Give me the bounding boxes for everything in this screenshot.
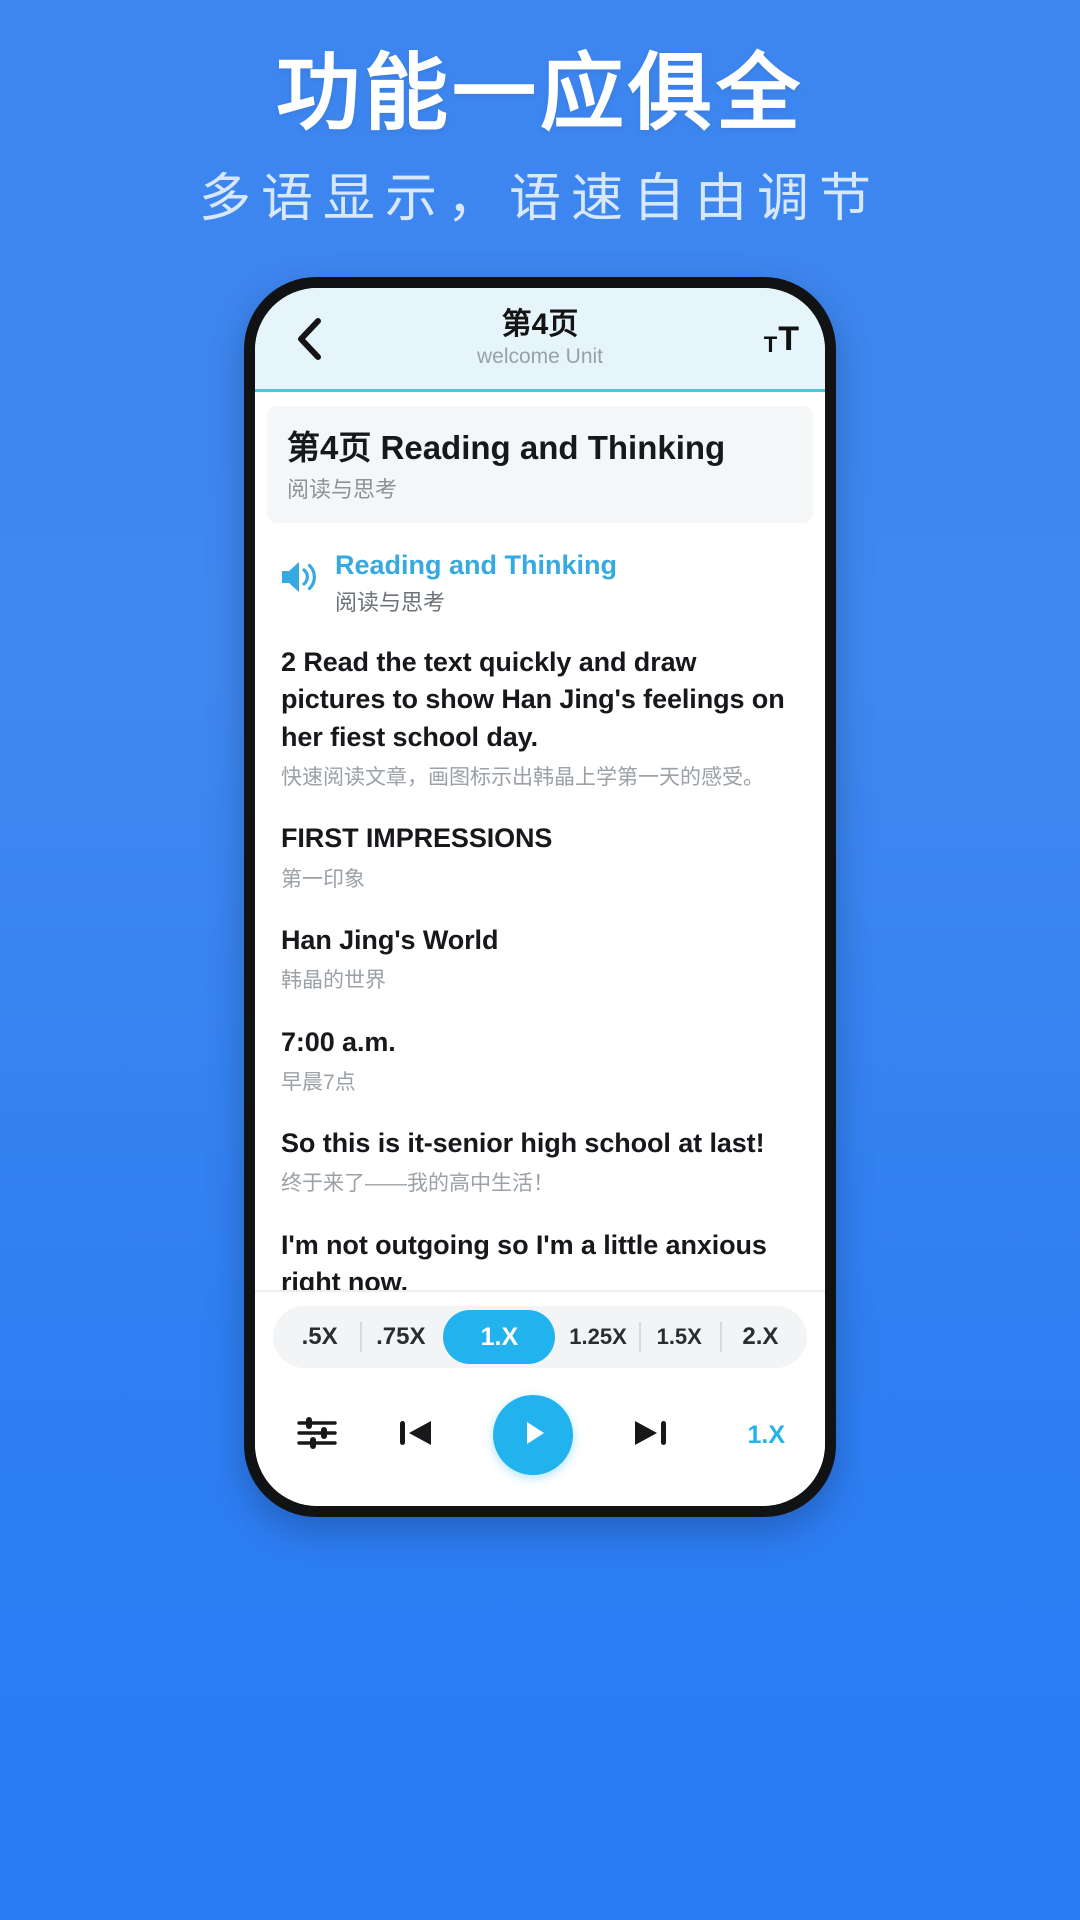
back-button[interactable] [281, 311, 337, 367]
navbar-titles: 第4页 welcome Unit [255, 308, 825, 369]
promo-subtitle: 多语显示，语速自由调节 [198, 170, 881, 229]
paragraph-chinese: 快速阅读文章，画图标示出韩晶上学第一天的感受。 [281, 765, 764, 789]
audio-title-chinese: 阅读与思考 [335, 589, 446, 615]
audio-section-row[interactable]: Reading and Thinking 阅读与思考 [255, 523, 825, 616]
audio-title-english: Reading and Thinking [335, 549, 617, 580]
next-button[interactable] [629, 1413, 671, 1458]
lesson-title-chinese: 阅读与思考 [287, 476, 398, 502]
lesson-content[interactable]: 第4页 Reading and Thinking 阅读与思考 Reading a… [255, 392, 825, 1290]
promo-title: 功能一应俱全 [275, 46, 804, 140]
paragraph-chinese: 终于来了——我的高中生活！ [281, 1172, 554, 1196]
app-navbar: 第4页 welcome Unit T T [255, 288, 825, 392]
phone-mockup: 第4页 welcome Unit T T 第4页 Reading and Thi… [244, 277, 836, 1517]
paragraph-english: I'm not outgoing so I'm a little anxious… [281, 1229, 767, 1290]
speed-option-1.25x[interactable]: 1.25X [557, 1306, 638, 1368]
paragraph-chinese: 韩晶的世界 [281, 969, 386, 993]
paragraph-block[interactable]: 7:00 a.m. 早晨7点 [255, 996, 825, 1098]
playback-speed-section: .5X .75X 1.X 1.25X 1.5X 2.X [255, 1290, 825, 1374]
promo-heading-block: 功能一应俱全 多语显示，语速自由调节 [0, 46, 1080, 230]
speed-option-0.75x[interactable]: .75X [360, 1306, 441, 1368]
paragraph-block[interactable]: I'm not outgoing so I'm a little anxious… [255, 1199, 825, 1290]
speed-option-1.5x[interactable]: 1.5X [638, 1306, 720, 1368]
paragraph-chinese: 早晨7点 [281, 1070, 356, 1094]
speed-option-0.5x[interactable]: .5X [279, 1306, 360, 1368]
speed-option-2x[interactable]: 2.X [719, 1306, 801, 1368]
chevron-left-icon [294, 316, 324, 362]
font-size-button[interactable]: T T [764, 322, 799, 356]
skip-previous-icon [395, 1413, 437, 1458]
paragraph-english: So this is it-senior high school at last… [281, 1128, 765, 1159]
paragraph-block[interactable]: So this is it-senior high school at last… [255, 1097, 825, 1199]
play-button[interactable] [493, 1395, 573, 1475]
phone-screen: 第4页 welcome Unit T T 第4页 Reading and Thi… [255, 288, 825, 1506]
speaker-icon[interactable] [279, 549, 319, 600]
lesson-title-english: 第4页 Reading and Thinking [287, 429, 726, 466]
page-title: 第4页 [501, 308, 579, 342]
previous-button[interactable] [395, 1413, 437, 1458]
paragraph-english: Han Jing's World [281, 924, 499, 955]
font-size-small-letter: T [763, 331, 778, 357]
skip-next-icon [629, 1413, 671, 1458]
page-subtitle: welcome Unit [476, 344, 604, 368]
audio-section-texts: Reading and Thinking 阅读与思考 [335, 549, 617, 616]
current-rate-label[interactable]: 1.X [727, 1421, 785, 1450]
playback-speed-bar[interactable]: .5X .75X 1.X 1.25X 1.5X 2.X [273, 1306, 807, 1368]
font-size-large-letter: T [778, 319, 799, 358]
player-controls-bar: 1.X [255, 1374, 825, 1506]
paragraph-english: 7:00 a.m. [281, 1026, 396, 1057]
settings-button[interactable] [295, 1413, 339, 1458]
paragraph-english: 2 Read the text quickly and draw picture… [281, 647, 785, 752]
paragraph-english: FIRST IMPRESSIONS [281, 823, 553, 854]
equalizer-icon [295, 1413, 339, 1458]
play-icon [516, 1416, 550, 1455]
lesson-title-card: 第4页 Reading and Thinking 阅读与思考 [267, 406, 813, 523]
paragraph-chinese: 第一印象 [281, 867, 365, 891]
paragraph-block[interactable]: Han Jing's World 韩晶的世界 [255, 894, 825, 996]
paragraph-block[interactable]: 2 Read the text quickly and draw picture… [255, 616, 825, 792]
paragraph-block[interactable]: FIRST IMPRESSIONS 第一印象 [255, 792, 825, 894]
speed-option-1x-selected[interactable]: 1.X [443, 1310, 556, 1364]
